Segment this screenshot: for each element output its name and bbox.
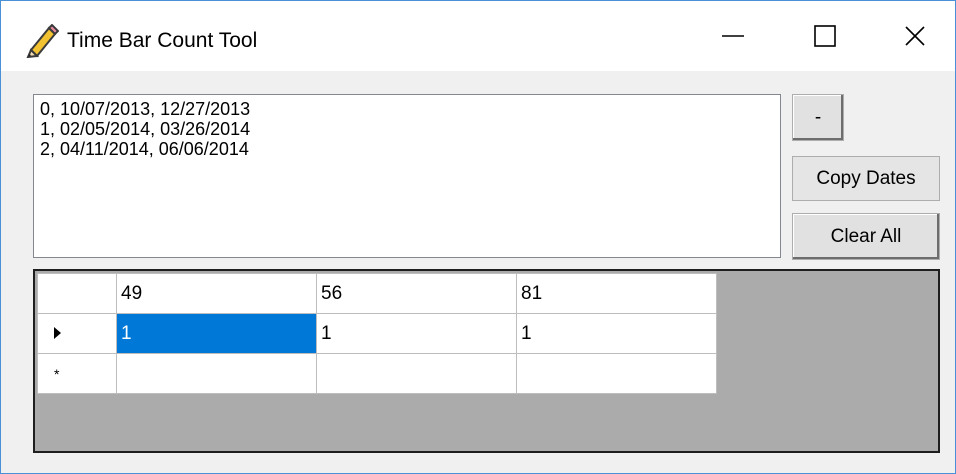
current-row-arrow-icon: [54, 326, 61, 339]
window-title: Time Bar Count Tool: [67, 29, 258, 52]
close-button[interactable]: [869, 1, 956, 71]
row-header[interactable]: [37, 313, 117, 354]
grid-cell[interactable]: [516, 353, 717, 394]
column-header[interactable]: 56: [316, 273, 517, 314]
title-bar[interactable]: Time Bar Count Tool: [1, 1, 955, 71]
maximize-icon: [814, 25, 836, 47]
date-range-line: 0, 10/07/2013, 12/27/2013: [40, 99, 251, 119]
minimize-icon: [722, 35, 744, 37]
close-icon: [905, 26, 925, 46]
new-row-asterisk-icon: *: [54, 365, 60, 382]
column-header[interactable]: 81: [516, 273, 717, 314]
grid-cell[interactable]: [116, 353, 317, 394]
grid-header-row: 49 56 81: [37, 273, 717, 314]
copy-dates-button[interactable]: Copy Dates: [792, 156, 940, 201]
grid-cell[interactable]: 1: [516, 313, 717, 354]
grid-new-row: *: [37, 353, 717, 394]
row-header[interactable]: *: [37, 353, 117, 394]
pencil-icon: [26, 24, 59, 58]
minimize-button[interactable]: [687, 1, 779, 71]
clear-all-button[interactable]: Clear All: [792, 213, 940, 260]
date-range-line: 2, 04/11/2014, 06/06/2014: [40, 139, 249, 159]
grid-cell[interactable]: [316, 353, 517, 394]
data-grid[interactable]: 49 56 81 1 1 1 *: [33, 269, 940, 453]
data-grid-table: 49 56 81 1 1 1 *: [37, 273, 717, 394]
maximize-button[interactable]: [779, 1, 871, 71]
grid-cell[interactable]: 1: [316, 313, 517, 354]
grid-row: 1 1 1: [37, 313, 717, 354]
column-header[interactable]: 49: [116, 273, 317, 314]
date-range-line: 1, 02/05/2014, 03/26/2014: [40, 119, 251, 139]
app-window: Time Bar Count Tool 0, 10/07/2013, 12/27…: [0, 0, 956, 474]
remove-button[interactable]: -: [792, 94, 844, 141]
grid-cell[interactable]: 1: [116, 313, 317, 354]
dates-textbox[interactable]: 0, 10/07/2013, 12/27/2013 1, 02/05/2014,…: [33, 94, 781, 258]
grid-corner-header[interactable]: [37, 273, 117, 314]
